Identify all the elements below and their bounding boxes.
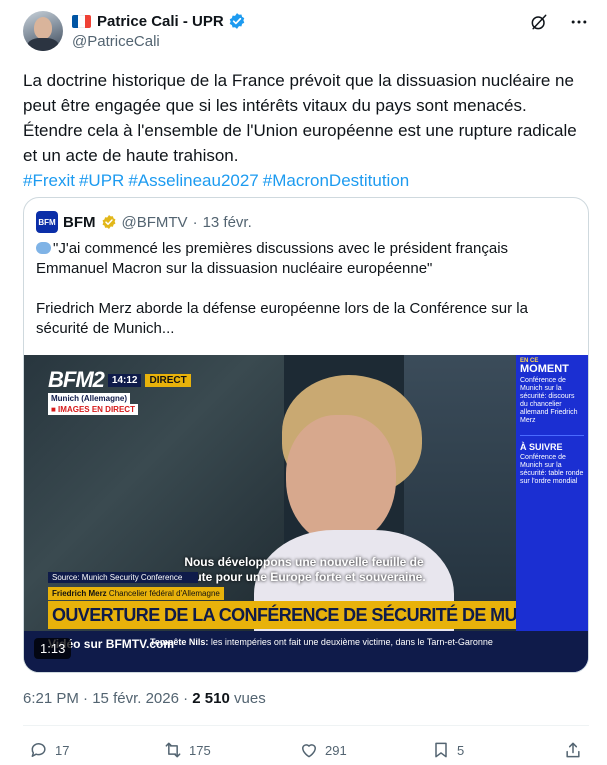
speaker-name: Friedrich Merz [52,589,107,598]
separator-dot: · [83,690,89,707]
news-ticker: Vidéo sur BFMTV.com Tempête Nils: les in… [24,631,588,672]
views-label: vues [234,690,266,707]
ticker-body: les intempéries ont fait une deuxième vi… [210,637,493,647]
france-flag-icon [72,14,91,28]
like-count: 291 [325,742,347,758]
gold-verified-badge-icon [102,215,115,229]
action-bar: 17 175 291 5 [23,740,589,762]
tweet-body: La doctrine historique de la France prév… [23,71,577,165]
repost-icon [165,742,181,758]
grok-icon[interactable] [529,12,549,32]
video-person-face [286,415,396,545]
like-button[interactable]: 291 [299,740,347,760]
post-time[interactable]: 6:21 PM [23,690,79,707]
ticker-text: Tempête Nils: les intempéries ont fait u… [150,636,510,648]
header-actions [529,12,589,32]
side-title: MOMENT [520,363,569,375]
reply-count: 17 [55,742,70,758]
hashtag-link[interactable]: #Frexit [23,171,75,190]
author-block: Patrice Cali - UPR @PatriceCali [72,11,246,50]
direct-badge: DIRECT [145,373,191,387]
more-options-icon[interactable] [569,12,589,32]
video-player[interactable]: BFM2 14:12 DIRECT Munich (Allemagne) ■ I… [24,355,588,672]
separator-dot: · [183,690,189,707]
bookmark-count: 5 [457,742,465,758]
separator-dot: · [192,213,198,231]
repost-button[interactable]: 175 [163,740,211,760]
bookmark-icon [435,742,447,758]
side-panel: EN CE MOMENT Conférence de Munich sur la… [516,355,588,672]
post-date[interactable]: 15 févr. 2026 [92,690,179,707]
quoted-body: Friedrich Merz aborde la défense europée… [36,300,528,337]
reply-icon [31,743,46,757]
quoted-handle[interactable]: @BFMTV [122,214,188,231]
live-label: ■ IMAGES EN DIRECT [48,404,138,415]
hashtag-link[interactable]: #UPR [79,171,124,190]
hashtag-list: #Frexit #UPR #Asselineau2027 #MacronDestitu… [23,171,413,190]
video-headline: OUVERTURE DE LA CONFÉRENCE DE SÉCURITÉ D… [48,601,516,629]
video-duration: 1:13 [34,638,72,659]
side-text-now: Conférence de Munich sur la sécurité: di… [520,377,578,424]
broadcast-time: 14:12 [107,373,142,387]
quoted-tweet-header: BFM BFM @BFMTV · 13 févr. [36,211,252,233]
tweet-text: La doctrine historique de la France prév… [23,68,589,193]
divider [23,725,589,726]
quoted-text: "J'ai commencé les premières discussions… [36,239,576,339]
author-name-row: Patrice Cali - UPR [72,11,246,31]
views-count: 2 510 [192,690,230,707]
source-label: Source: Munich Security Conference [48,572,198,583]
bfm-avatar[interactable]: BFM [36,211,58,233]
location-label: Munich (Allemagne) [48,393,131,404]
reply-button[interactable]: 17 [29,740,69,760]
quoted-author-name[interactable]: BFM [63,214,96,231]
share-icon [566,742,580,758]
bookmark-button[interactable]: 5 [431,740,464,760]
author-display-name[interactable]: Patrice Cali - UPR [97,13,224,30]
channel-bug: BFM2 14:12 DIRECT [48,367,191,393]
author-avatar[interactable] [23,11,63,51]
avatar-face [34,17,52,39]
quoted-quote: "J'ai commencé les premières discussions… [36,240,509,277]
speech-bubble-icon [36,242,51,254]
quoted-date[interactable]: 13 févr. [203,214,252,231]
repost-count: 175 [189,742,211,758]
side-heading-next: À SUIVRE [520,435,584,452]
video-subtitle: Nous développons une nouvelle feuille de… [182,555,426,584]
side-text-next: Conférence de Munich sur la sécurité: ta… [520,454,584,485]
hashtag-link[interactable]: #Asselineau2027 [128,171,258,190]
hashtag-link[interactable]: #MacronDestitution [263,171,409,190]
speaker-label: Friedrich Merz Chancelier fédéral d'Alle… [48,587,224,600]
tweet-timestamp: 6:21 PM · 15 févr. 2026 · 2 510 vues [23,690,266,707]
ticker-title: Tempête Nils: [150,637,209,647]
bfm2-logo: BFM2 [48,367,105,392]
speaker-role: Chancelier fédéral d'Allemagne [108,589,220,598]
heart-icon [302,744,316,758]
avatar-suit [27,38,59,51]
author-handle[interactable]: @PatriceCali [72,33,246,50]
quoted-tweet[interactable]: BFM BFM @BFMTV · 13 févr. "J'ai commencé… [23,197,589,673]
share-button[interactable] [563,740,583,760]
verified-badge-icon [229,13,244,29]
